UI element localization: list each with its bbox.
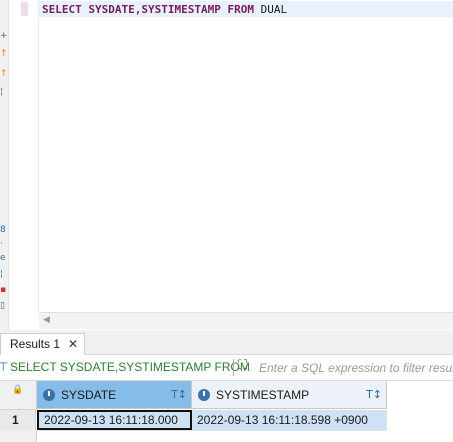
results-grid[interactable]: 🔒 SYSDATE T↕ SYSTIMESTAMP T↕ 1 2022-09-1…	[0, 381, 453, 442]
table-cell-sysdate[interactable]: 2022-09-13 16:11:18.000	[37, 410, 192, 430]
filter-expression-input[interactable]	[259, 359, 453, 376]
page-icon[interactable]: ¦	[0, 270, 5, 279]
add-icon[interactable]: +	[0, 32, 8, 41]
results-filter-bar: ⊤ SELECT SYSDATE,SYSTIMESTAMP FROM ⛶	[0, 355, 453, 381]
tab-label: Results 1	[10, 337, 61, 351]
table-cell-systimestamp[interactable]: 2022-09-13 16:11:18.598 +0900	[192, 410, 387, 430]
column-header-label: SYSDATE	[61, 387, 117, 402]
stop-icon[interactable]: ▪	[0, 286, 6, 295]
scroll-left-icon[interactable]: ◀	[43, 315, 50, 325]
close-icon[interactable]: ✕	[68, 334, 78, 355]
row-divider	[36, 430, 387, 431]
info-icon[interactable]: ¦	[0, 88, 5, 97]
lock-icon: 🔒	[12, 385, 24, 395]
sql-keyword-select: SELECT	[42, 3, 82, 16]
dot-icon[interactable]: ·	[0, 240, 5, 249]
editor-gutter-divider	[38, 0, 39, 312]
clock-icon	[198, 388, 210, 401]
sql-editor[interactable]: + ↑ ↑ ¦ 8 · e ¦ ▪ ▯ SELECT SYSDATE,SYSTI…	[0, 0, 453, 330]
sql-table: DUAL	[260, 3, 288, 16]
filter-divider	[233, 359, 234, 376]
arrow-icon[interactable]: ↑	[0, 70, 8, 79]
doc-icon[interactable]: e	[0, 254, 6, 263]
link-icon[interactable]: 8	[0, 226, 6, 235]
source-query-text: SELECT SYSDATE,SYSTIMESTAMP FROM	[10, 360, 250, 374]
expand-icon[interactable]: ⛶	[238, 358, 247, 373]
column-filter-icon[interactable]: T↕	[171, 388, 187, 401]
panel-icon[interactable]: ▯	[0, 302, 5, 311]
current-line-marker	[21, 2, 28, 16]
clock-icon	[43, 388, 55, 401]
row-number-gutter	[0, 430, 37, 442]
filter-icon[interactable]: ⊤	[0, 360, 8, 374]
horizontal-scrollbar[interactable]: ◀	[39, 312, 453, 329]
sql-code-line[interactable]: SELECT SYSDATE,SYSTIMESTAMP FROM DUAL	[42, 3, 287, 16]
column-header-systimestamp[interactable]: SYSTIMESTAMP T↕	[192, 381, 387, 409]
left-toolbar-icons: + ↑ ↑ ¦ 8 · e ¦ ▪ ▯	[0, 0, 8, 330]
tab-results-1[interactable]: Results 1 ✕	[0, 333, 86, 355]
row-number[interactable]: 1	[0, 410, 36, 430]
sql-columns: SYSDATE,SYSTIMESTAMP	[88, 3, 221, 16]
grid-corner[interactable]: 🔒	[0, 381, 37, 410]
column-header-label: SYSTIMESTAMP	[216, 387, 310, 402]
column-header-sysdate[interactable]: SYSDATE T↕	[37, 381, 192, 409]
sql-keyword-from: FROM	[227, 3, 254, 16]
column-filter-icon[interactable]: T↕	[366, 388, 382, 401]
results-tab-strip: Results 1 ✕	[0, 330, 453, 355]
arrow-up-icon[interactable]: ↑	[0, 50, 8, 59]
